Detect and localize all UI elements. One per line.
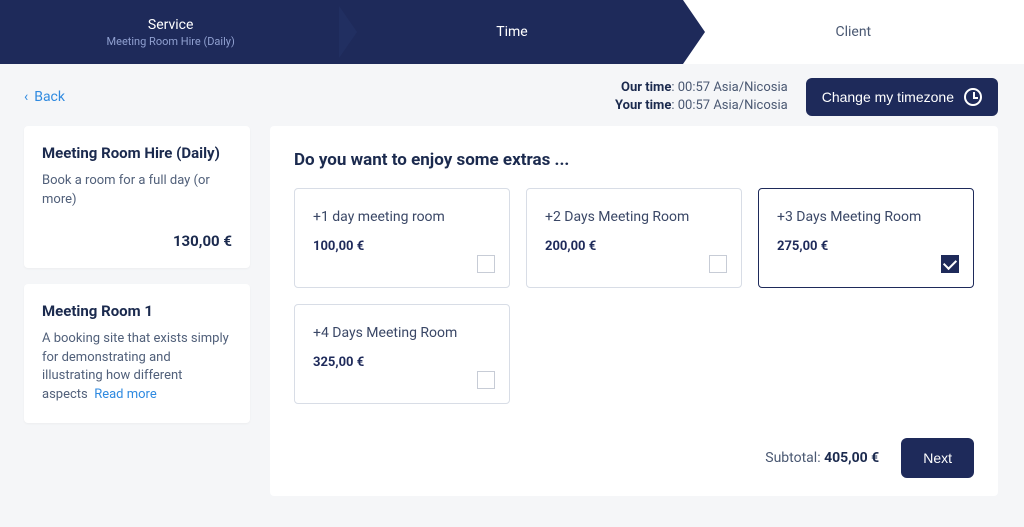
sidebar-card-room: Meeting Room 1 A booking site that exist… (24, 284, 250, 423)
sidebar: Meeting Room Hire (Daily) Book a room fo… (24, 126, 250, 496)
checkbox-icon[interactable] (477, 371, 495, 389)
step-time[interactable]: Time (341, 0, 682, 64)
your-time-label: Your time (615, 98, 671, 113)
subtotal-label: Subtotal: (765, 450, 820, 466)
subtotal: Subtotal: 405,00 € (765, 450, 879, 466)
step-sublabel: Meeting Room Hire (Daily) (107, 35, 235, 48)
read-more-link[interactable]: Read more (94, 387, 157, 402)
subtotal-value: 405,00 € (824, 450, 879, 466)
back-label: Back (34, 89, 65, 105)
back-button[interactable]: ‹ Back (24, 89, 65, 105)
step-client[interactable]: Client (683, 0, 1024, 64)
our-time-value: 00:57 Asia/Nicosia (678, 80, 788, 95)
extras-heading: Do you want to enjoy some extras ... (294, 150, 974, 170)
card-title: Meeting Room Hire (Daily) (42, 144, 232, 162)
extra-option[interactable]: +1 day meeting room 100,00 € (294, 188, 510, 288)
extra-name: +1 day meeting room (313, 209, 491, 225)
checkbox-icon[interactable] (941, 255, 959, 273)
step-service[interactable]: Service Meeting Room Hire (Daily) (0, 0, 341, 64)
timezone-info: Our time: 00:57 Asia/Nicosia Your time: … (615, 79, 788, 115)
checkbox-icon[interactable] (477, 255, 495, 273)
checkbox-icon[interactable] (709, 255, 727, 273)
extra-price: 100,00 € (313, 239, 491, 254)
step-label: Client (835, 24, 871, 40)
our-time-label: Our time (621, 80, 671, 95)
card-desc: A booking site that exists simply for de… (42, 330, 232, 405)
your-time-value: 00:57 Asia/Nicosia (678, 98, 788, 113)
card-desc: Book a room for a full day (or more) (42, 172, 232, 210)
content-panel: Do you want to enjoy some extras ... +1 … (270, 126, 998, 496)
extra-option[interactable]: +4 Days Meeting Room 325,00 € (294, 304, 510, 404)
card-price: 130,00 € (42, 232, 232, 250)
extra-price: 325,00 € (313, 355, 491, 370)
change-timezone-label: Change my timezone (822, 89, 954, 105)
extra-price: 275,00 € (777, 239, 955, 254)
topbar: ‹ Back Our time: 00:57 Asia/Nicosia Your… (0, 64, 1024, 126)
chevron-left-icon: ‹ (24, 89, 28, 105)
change-timezone-button[interactable]: Change my timezone (806, 78, 998, 116)
extra-option[interactable]: +3 Days Meeting Room 275,00 € (758, 188, 974, 288)
step-label: Service (148, 17, 194, 33)
extra-option[interactable]: +2 Days Meeting Room 200,00 € (526, 188, 742, 288)
progress-bar: Service Meeting Room Hire (Daily) Time C… (0, 0, 1024, 64)
card-title: Meeting Room 1 (42, 302, 232, 320)
extra-name: +2 Days Meeting Room (545, 209, 723, 225)
step-label: Time (496, 24, 527, 40)
footer: Subtotal: 405,00 € Next (294, 404, 974, 478)
extra-name: +4 Days Meeting Room (313, 325, 491, 341)
extras-grid: +1 day meeting room 100,00 € +2 Days Mee… (294, 188, 974, 404)
extra-price: 200,00 € (545, 239, 723, 254)
sidebar-card-service: Meeting Room Hire (Daily) Book a room fo… (24, 126, 250, 268)
extra-name: +3 Days Meeting Room (777, 209, 955, 225)
next-button[interactable]: Next (901, 438, 974, 478)
clock-icon (964, 88, 982, 106)
